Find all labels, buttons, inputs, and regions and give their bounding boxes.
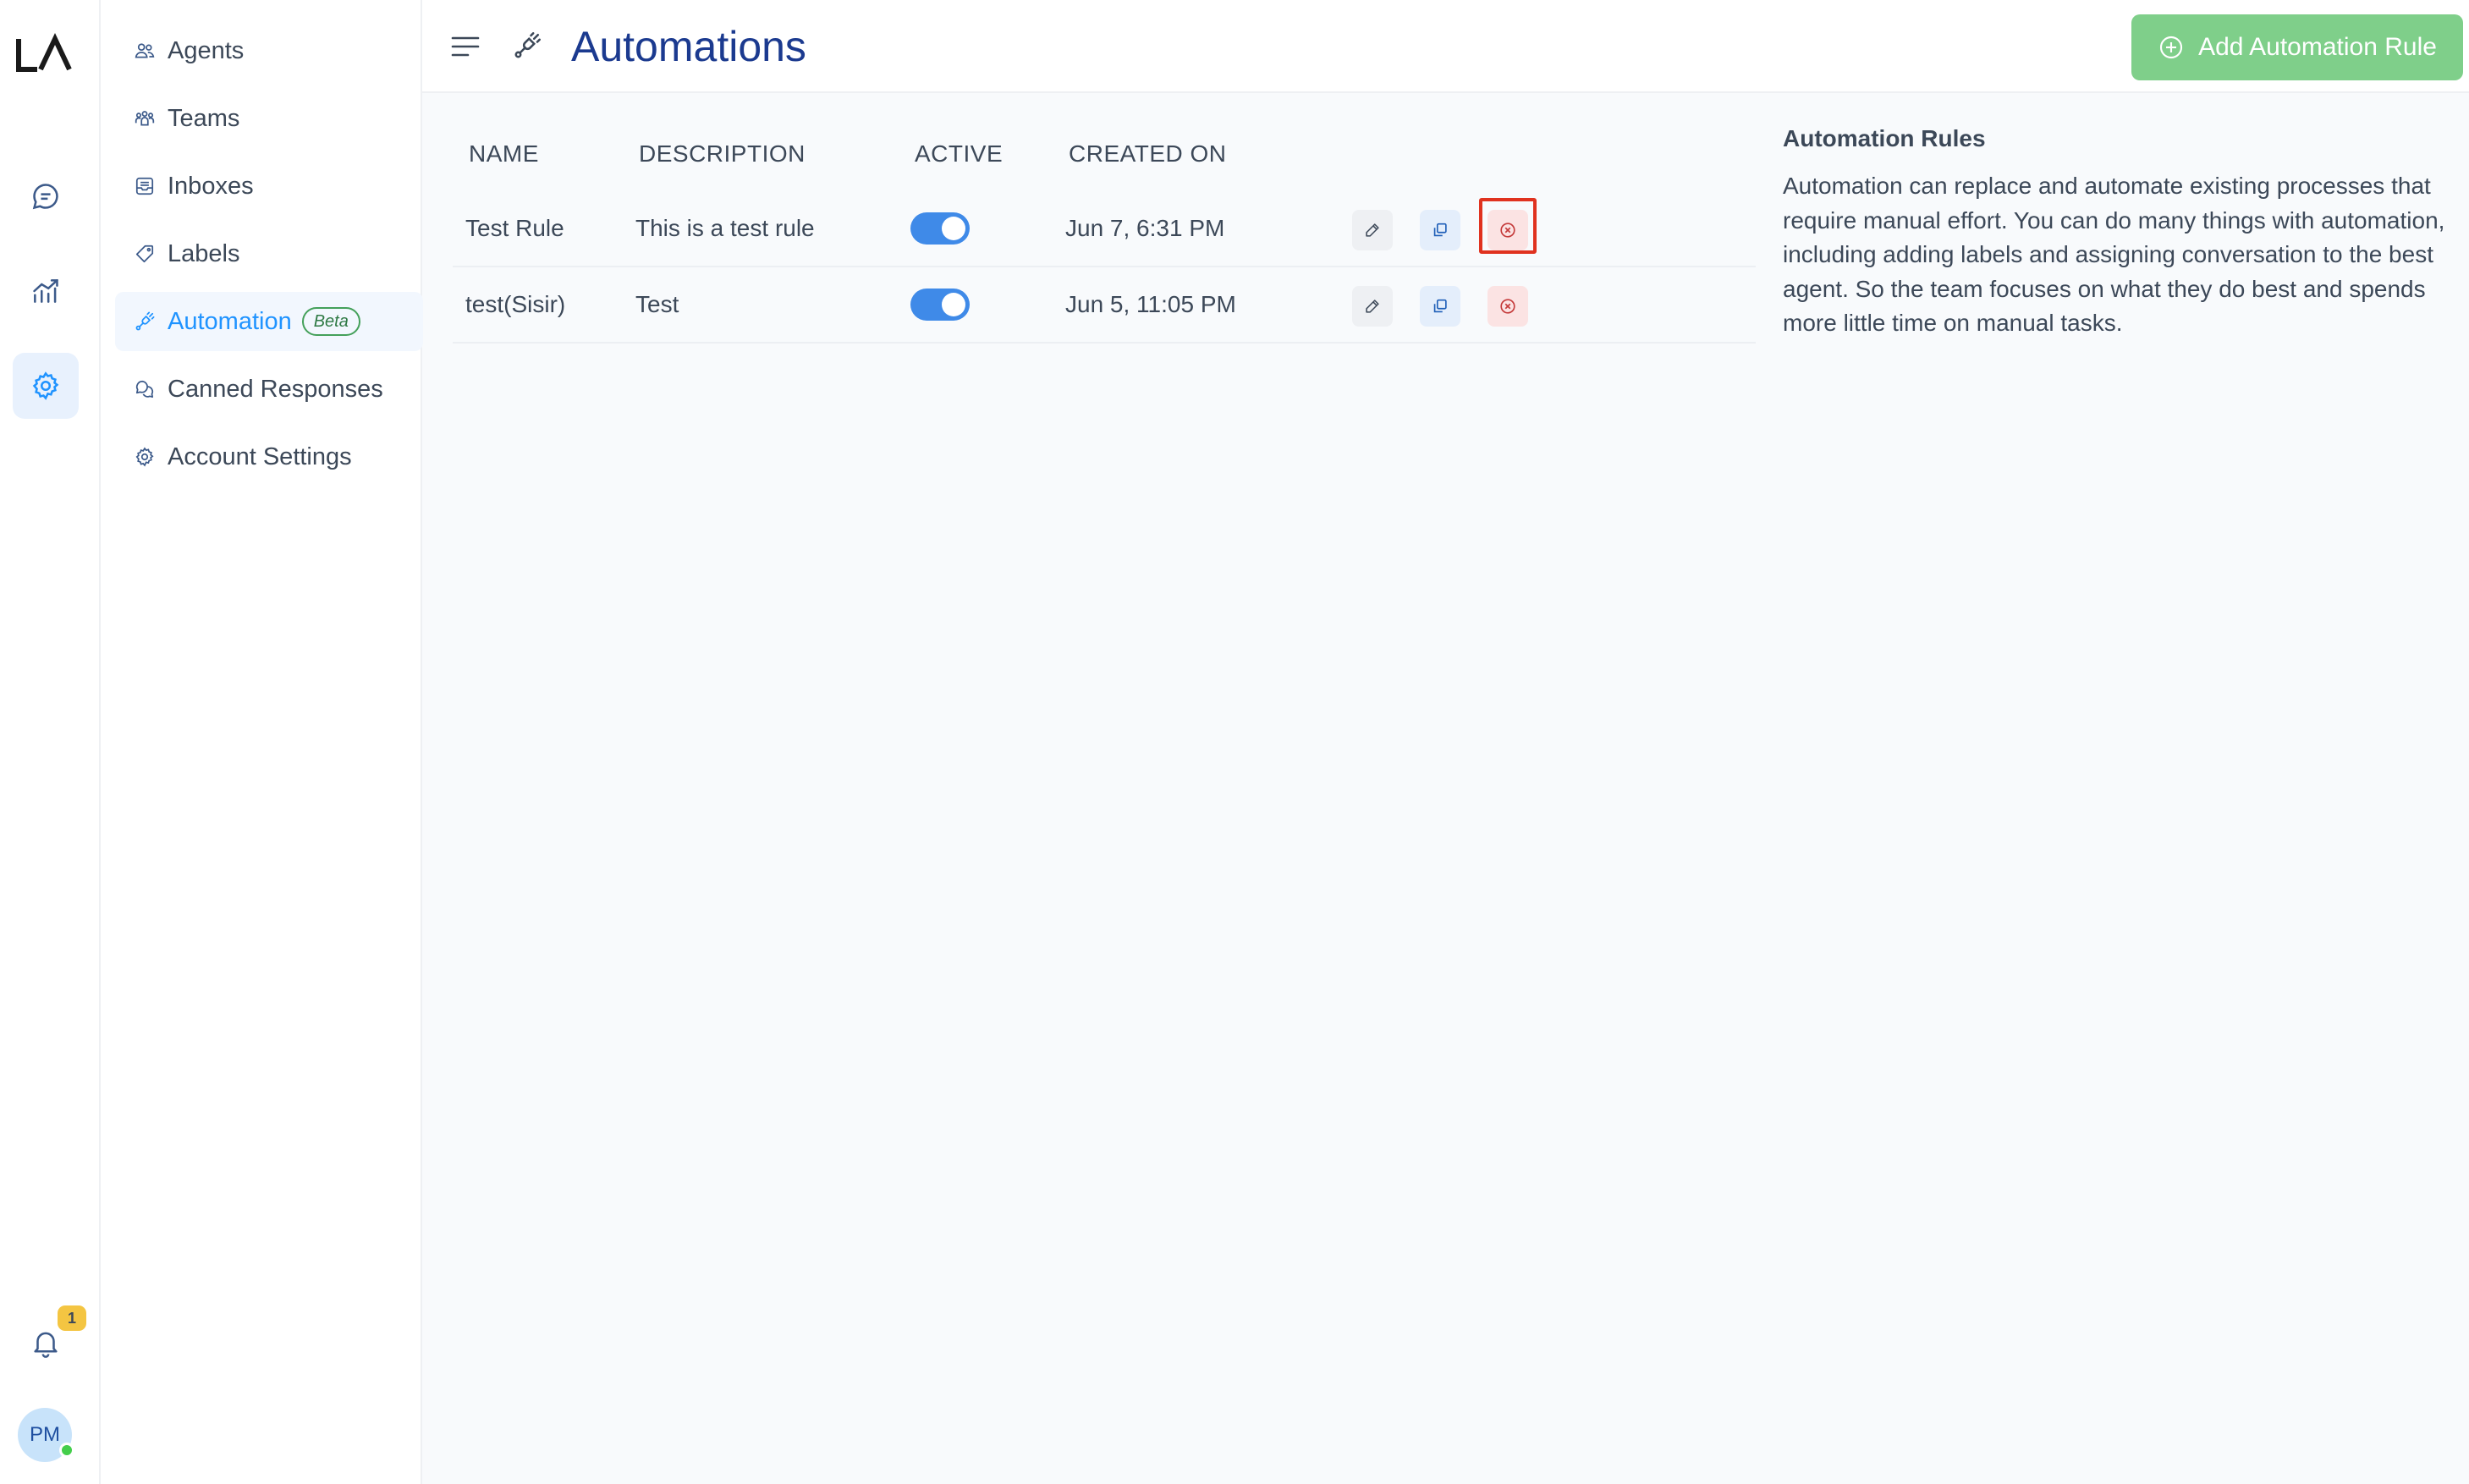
clone-rule-button[interactable] (1420, 286, 1460, 327)
menu-toggle-icon[interactable] (451, 34, 480, 59)
dismiss-circle-icon (1500, 299, 1515, 314)
bell-icon (34, 1332, 58, 1358)
table-row: test(Sisir) Test Jun 5, 11:05 PM (453, 267, 1756, 344)
copy-icon (1433, 223, 1447, 237)
sidebar-item-label: Teams (168, 104, 240, 132)
chart-trend-icon (33, 279, 58, 303)
edit-rule-button[interactable] (1352, 210, 1393, 250)
rail-conversations-button[interactable] (13, 163, 79, 229)
pencil-icon (1366, 223, 1379, 237)
inbox-icon (135, 177, 154, 195)
primary-rail: 1 PM (0, 0, 101, 1484)
highlight-outline (1479, 198, 1537, 254)
clone-rule-button[interactable] (1420, 210, 1460, 250)
copy-icon (1433, 299, 1447, 313)
sidebar-item-label: Inboxes (168, 172, 254, 200)
column-header-active: ACTIVE (915, 140, 1004, 167)
sidebar-item-automation[interactable]: Automation Beta (115, 292, 423, 351)
presence-indicator (59, 1443, 74, 1458)
sidebar-item-label: Labels (168, 239, 240, 267)
rule-created-on: Jun 5, 11:05 PM (1065, 291, 1236, 317)
delete-rule-button[interactable] (1487, 286, 1528, 327)
sidebar-item-labels[interactable]: Labels (115, 224, 423, 283)
tag-icon (135, 245, 154, 263)
settings-sidebar: Agents Teams Inboxes Labels Automation B… (101, 0, 423, 1484)
gear-icon (32, 371, 59, 400)
sidebar-item-agents[interactable]: Agents (115, 21, 423, 80)
table-row: Test Rule This is a test rule Jun 7, 6:3… (453, 191, 1756, 267)
rule-name: Test Rule (465, 215, 564, 241)
pencil-icon (1366, 300, 1379, 313)
page-title: Automations (571, 23, 806, 70)
team-icon (135, 111, 155, 126)
brand-logo[interactable] (15, 32, 74, 76)
sidebar-item-label: Agents (168, 36, 245, 64)
column-header-created-on: CREATED ON (1069, 140, 1227, 167)
rule-created-on: Jun 7, 6:31 PM (1065, 215, 1225, 241)
add-automation-rule-label: Add Automation Rule (2198, 33, 2437, 61)
add-automation-rule-button[interactable]: Add Automation Rule (2131, 14, 2463, 80)
sidebar-item-canned-responses[interactable]: Canned Responses (115, 360, 423, 419)
chat-multiple-icon (135, 380, 154, 398)
sidebar-item-label: Automation (168, 307, 292, 335)
plus-circle-icon (2159, 36, 2183, 59)
page-header: Automations Add Automation Rule (422, 0, 2469, 93)
gear-icon (135, 447, 154, 467)
sidebar-item-inboxes[interactable]: Inboxes (115, 157, 423, 216)
sidebar-item-label: Canned Responses (168, 375, 383, 403)
rule-active-toggle[interactable] (910, 212, 970, 245)
rule-active-toggle[interactable] (910, 289, 970, 321)
notification-count-badge: 1 (58, 1305, 86, 1331)
info-title: Automation Rules (1783, 125, 1986, 151)
info-description: Automation can replace and automate exis… (1783, 173, 2445, 336)
people-icon (135, 43, 155, 58)
sidebar-item-teams[interactable]: Teams (115, 89, 423, 148)
rule-name: test(Sisir) (465, 291, 566, 317)
automation-icon (514, 32, 541, 58)
rule-description: This is a test rule (635, 215, 815, 241)
sidebar-item-label: Account Settings (168, 442, 352, 470)
rule-description: Test (635, 291, 679, 317)
automation-icon (135, 311, 155, 331)
app-root: 1 PM Agents Teams Inboxes Labels Automat… (0, 0, 2469, 1484)
column-header-name: NAME (469, 140, 539, 167)
beta-badge: Beta (301, 307, 360, 336)
sidebar-item-account-settings[interactable]: Account Settings (115, 427, 423, 486)
edit-rule-button[interactable] (1352, 286, 1393, 327)
rail-reports-button[interactable] (13, 258, 79, 324)
rail-settings-button[interactable] (13, 353, 79, 419)
chat-bubble-icon (32, 184, 58, 210)
column-header-description: DESCRIPTION (639, 140, 806, 167)
